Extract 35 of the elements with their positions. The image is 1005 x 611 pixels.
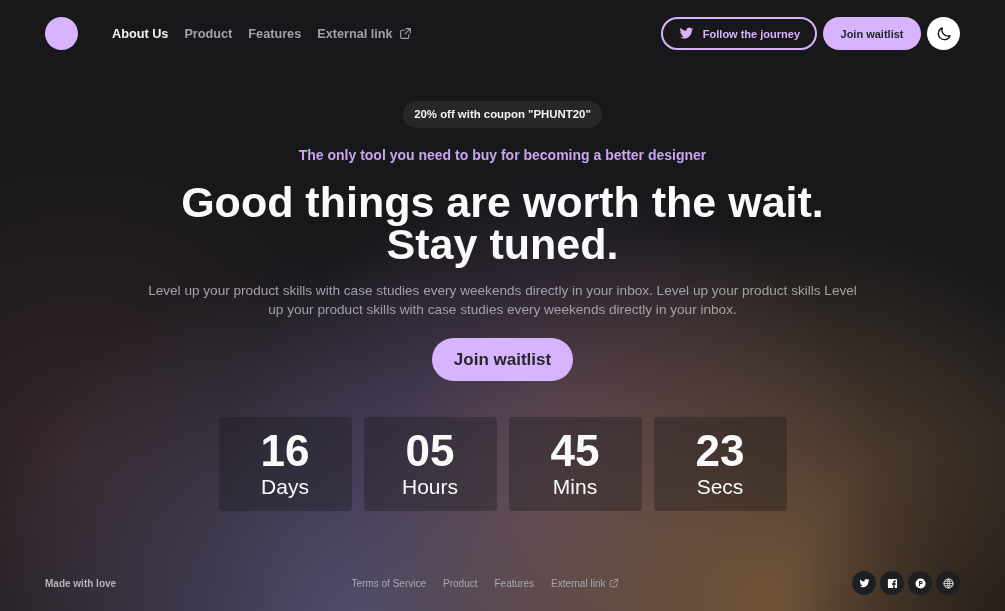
coupon-badge: 20% off with coupon "PHUNT20" xyxy=(403,101,602,128)
countdown-unit: Mins xyxy=(552,474,598,500)
join-waitlist-button[interactable]: Join waitlist xyxy=(431,338,574,381)
footer-link[interactable]: External link xyxy=(550,577,620,589)
logo-circle-icon[interactable] xyxy=(45,17,78,50)
twitter-button[interactable] xyxy=(852,571,876,595)
footer-link[interactable]: Terms of Service xyxy=(351,577,427,589)
globe-icon xyxy=(942,577,954,589)
twitter-bird-icon xyxy=(679,26,694,41)
countdown-unit: Days xyxy=(261,474,309,500)
theme-toggle-button[interactable] xyxy=(927,17,960,50)
globe-button[interactable] xyxy=(936,571,960,595)
nav-link[interactable]: Features xyxy=(248,26,302,41)
twitter-icon xyxy=(858,577,870,589)
countdown-number: 05 xyxy=(405,428,455,474)
description-text: Level up your product skills with case studies every weekends directly in your inbox. Level up your product skills Level up your product skills with case studies every weekends directly in your inbox. xyxy=(147,282,858,319)
footer-link[interactable]: Features xyxy=(494,577,534,589)
credit-text: Made with love xyxy=(45,577,117,589)
join-waitlist-button[interactable]: Join waitlist xyxy=(823,17,921,50)
countdown-unit: Secs xyxy=(696,474,744,500)
follow-button[interactable]: Follow the journey xyxy=(661,17,817,50)
facebook-icon xyxy=(886,577,898,589)
countdown-unit: Hours xyxy=(402,474,458,500)
nav-link[interactable]: Product xyxy=(184,26,233,41)
footer-link[interactable]: Product xyxy=(443,577,478,589)
facebook-button[interactable] xyxy=(880,571,904,595)
product-hunt-icon xyxy=(914,577,926,589)
tagline-text: The only tool you need to buy for becoming a better designer xyxy=(298,146,707,165)
moon-icon xyxy=(935,25,952,42)
countdown-number: 23 xyxy=(695,428,745,474)
countdown-number: 45 xyxy=(550,428,600,474)
nav-link[interactable]: External link xyxy=(317,26,412,41)
product-hunt-button[interactable] xyxy=(908,571,932,595)
nav-link[interactable]: About Us xyxy=(112,26,169,41)
countdown-number: 16 xyxy=(260,428,310,474)
